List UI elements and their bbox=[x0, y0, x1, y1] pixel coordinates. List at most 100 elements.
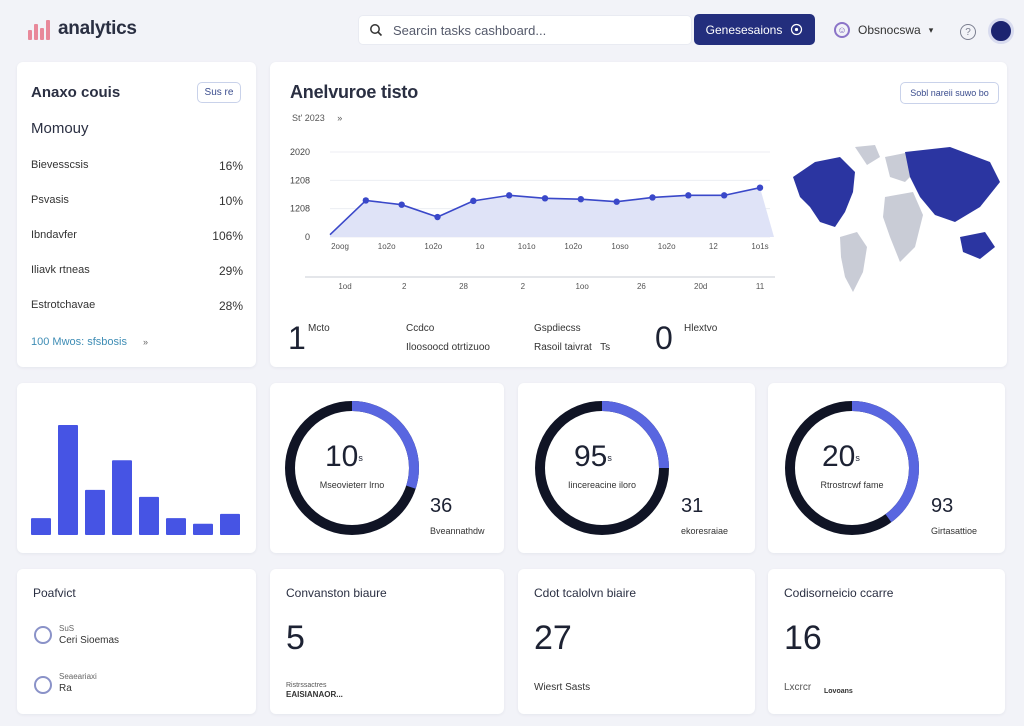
donut-label: Mseovieterr lrno bbox=[319, 480, 385, 490]
donut-side-label: ekoresraiae bbox=[681, 526, 729, 536]
x-tick-label: 1o2o bbox=[564, 242, 582, 251]
donut-value-number: 20 bbox=[822, 440, 856, 473]
conversion-title: Convanston biaure bbox=[286, 586, 387, 600]
bar bbox=[193, 523, 213, 535]
product-item-small: Seaeariaxi bbox=[59, 672, 97, 681]
line-chart: 20201208120802oog 1o2o 1o2o 1o 1o1o 1o2o 1oso 1… bbox=[290, 147, 775, 291]
x-tick-label: 1o bbox=[476, 242, 485, 251]
data-point bbox=[685, 192, 692, 199]
donut-side-label: Bveannathdw bbox=[430, 526, 485, 536]
chevron-right-icon: » bbox=[337, 113, 343, 123]
x-axis-lower-label: 1oo bbox=[575, 282, 589, 291]
bar-chart-card bbox=[17, 383, 256, 553]
bar-chart bbox=[31, 425, 240, 535]
x-tick-label: 1o2o bbox=[424, 242, 442, 251]
x-tick-label: 1o2o bbox=[658, 242, 676, 251]
data-point bbox=[541, 195, 549, 202]
overview-badge[interactable]: Sus re bbox=[197, 82, 241, 103]
map-australia bbox=[960, 232, 995, 259]
donut-card-3: 20s Rtrostrcwf fame 93 Girtasattioe bbox=[768, 383, 1005, 553]
score-title: Codisorneicio ccarre bbox=[784, 586, 894, 600]
cost-sub: Wiesrt Sasts bbox=[534, 682, 591, 693]
donut-side-value: 31 bbox=[681, 495, 704, 517]
metric-label: Ibndavfer bbox=[31, 229, 77, 241]
generate-button-label: Genesesaions bbox=[705, 22, 783, 37]
metric-value: 10% bbox=[218, 194, 243, 208]
bar bbox=[58, 425, 78, 535]
date-range[interactable]: St' 2023 » bbox=[292, 113, 342, 123]
metric-value: 29% bbox=[218, 264, 243, 278]
bar bbox=[112, 460, 132, 535]
donut-value-number: 10 bbox=[325, 440, 359, 473]
score-sub-bold: Lovoans bbox=[824, 688, 853, 695]
x-axis-lower-label: 20d bbox=[694, 282, 707, 291]
bar bbox=[166, 518, 186, 535]
donut-value: 20s bbox=[822, 440, 860, 474]
settings-icon bbox=[791, 23, 803, 36]
search-input[interactable] bbox=[393, 22, 663, 38]
map-south-america bbox=[840, 232, 867, 292]
stat-sublabel: Rasoil taivrat Ts bbox=[534, 342, 610, 353]
stat-label: Hlextvo bbox=[684, 323, 718, 334]
data-point bbox=[649, 194, 656, 201]
app-logo[interactable]: analytics bbox=[28, 18, 137, 40]
bar bbox=[220, 513, 240, 535]
stat-value: 1 bbox=[288, 320, 306, 356]
conversion-card: Convanston biaure 5 Ristrssactres EAISIA… bbox=[270, 569, 504, 714]
chart-title: Anelvuroe tisto bbox=[290, 82, 419, 102]
donut-card-2: 95s Iincereacine iloro 31 ekoresraiae bbox=[518, 383, 755, 553]
help-icon[interactable]: ? bbox=[960, 24, 976, 40]
score-card: Codisorneicio ccarre 16 Lxcrcr Lovoans bbox=[768, 569, 1005, 714]
search-icon bbox=[370, 24, 383, 37]
donut-value: 95s bbox=[574, 440, 612, 474]
analytics-chart-card: Anelvuroe tisto Sobl nareii suwo bo St' … bbox=[270, 62, 1007, 367]
overview-link[interactable]: 100 Mwos: sfsbosis bbox=[31, 336, 127, 348]
data-point bbox=[505, 192, 513, 199]
metric-label: Estrotchavae bbox=[31, 299, 96, 311]
donut-card-1: 10s Mseovieterr lrno 36 Bveannathdw bbox=[270, 383, 504, 553]
conversion-value: 5 bbox=[286, 619, 305, 657]
chart-badge[interactable]: Sobl nareii suwo bo bbox=[900, 82, 999, 104]
stat-label: Ccdco bbox=[406, 323, 435, 334]
map-africa bbox=[883, 192, 923, 262]
user-name: Obsnocswa bbox=[858, 23, 921, 37]
logo-text: analytics bbox=[58, 18, 137, 39]
metric-value: 106% bbox=[212, 229, 243, 243]
product-title: Poafvict bbox=[33, 586, 76, 600]
search-bar[interactable] bbox=[358, 15, 692, 45]
score-value: 16 bbox=[784, 619, 822, 657]
stat-sublabel-suffix: Ts bbox=[600, 342, 611, 353]
donut-value-unit: s bbox=[358, 453, 363, 464]
radio-icon[interactable] bbox=[34, 676, 52, 694]
date-range-label: St' 2023 bbox=[292, 113, 325, 123]
cost-card: Cdot tcalolvn biaire 27 Wiesrt Sasts bbox=[518, 569, 755, 714]
map-north-america bbox=[793, 157, 855, 227]
cost-title: Cdot tcalolvn biaire bbox=[534, 586, 637, 600]
x-tick-label: 1oso bbox=[611, 242, 629, 251]
stat-label: Mcto bbox=[308, 323, 330, 334]
stat-value: 0 bbox=[655, 320, 673, 356]
logo-bars-icon bbox=[28, 18, 50, 40]
overview-card: Anaxo couis Sus re Momouy Bievesscsis 16%… bbox=[17, 62, 256, 367]
chevron-down-icon: ▾ bbox=[928, 24, 934, 35]
overview-subtitle: Momouy bbox=[31, 120, 89, 137]
user-menu[interactable]: ☺ Obsnocswa ▾ bbox=[834, 22, 933, 38]
donut-label: Rtrostrcwf fame bbox=[820, 480, 884, 490]
y-tick-label: 2020 bbox=[290, 147, 310, 157]
y-tick-label: 0 bbox=[305, 232, 310, 242]
radio-icon[interactable] bbox=[34, 626, 52, 644]
product-item-small: SuS bbox=[59, 624, 75, 633]
stat-sublabel: Iloosoocd otrtizuoo bbox=[406, 342, 490, 353]
metric-label: Bievesscsis bbox=[31, 159, 89, 171]
product-item-label: Ra bbox=[59, 683, 72, 694]
x-axis-lower-label: 28 bbox=[459, 282, 468, 291]
cost-value: 27 bbox=[534, 619, 572, 657]
stat-label: Gspdiecss bbox=[534, 323, 581, 334]
metric-value: 16% bbox=[218, 159, 243, 173]
metric-row: Iliavk rtneas 29% bbox=[31, 264, 243, 278]
y-tick-label: 1208 bbox=[290, 204, 310, 214]
x-tick-label: 2oog bbox=[331, 242, 349, 251]
avatar[interactable] bbox=[988, 18, 1014, 44]
generate-button[interactable]: Genesesaions bbox=[694, 14, 815, 45]
metric-row: Ibndavfer 106% bbox=[31, 229, 243, 243]
